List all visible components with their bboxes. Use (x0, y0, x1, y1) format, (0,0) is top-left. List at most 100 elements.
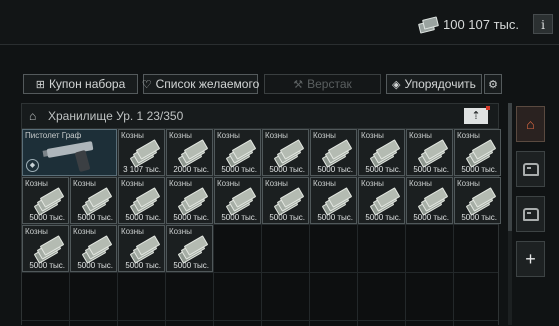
scrollbar[interactable] (508, 103, 512, 325)
sidebar-add-button[interactable]: + (516, 241, 545, 277)
money-amount: 100 107 тыс. (442, 16, 519, 32)
cash-icon (177, 187, 209, 216)
cash-icon (81, 187, 113, 216)
pistol-item[interactable]: Пистолет Граф ◆ (22, 129, 117, 176)
item-name: Козны (409, 179, 432, 188)
top-bar: 100 107 тыс. i (0, 0, 559, 45)
item-name: Козны (73, 179, 96, 188)
preset-icon: ⊞ (35, 78, 45, 91)
sidebar-home-button[interactable]: ⌂ (516, 106, 545, 142)
item-quantity: 5000 тыс. (29, 261, 65, 270)
cash-item[interactable]: Козны 2000 тыс. (166, 129, 213, 176)
item-name: Козны (25, 227, 48, 236)
cash-item[interactable]: Козны 5000 тыс. (454, 177, 501, 224)
item-quantity: 5000 тыс. (317, 165, 353, 174)
item-quantity: 5000 тыс. (413, 213, 449, 222)
cash-item[interactable]: Козны 5000 тыс. (262, 129, 309, 176)
cash-item[interactable]: Козны 5000 тыс. (166, 225, 213, 272)
cash-item[interactable]: Козны 5000 тыс. (358, 129, 405, 176)
cash-item[interactable]: Козны 5000 тыс. (454, 129, 501, 176)
item-name: Козны (169, 131, 192, 140)
sort-settings-button[interactable]: ⚙ (484, 74, 502, 94)
scrollbar-thumb[interactable] (508, 103, 512, 231)
item-quantity: 3 107 тыс. (123, 165, 161, 174)
sort-icon: ◈ (392, 78, 401, 91)
item-quantity: 5000 тыс. (269, 165, 305, 174)
plus-icon: + (525, 248, 536, 269)
cash-item[interactable]: Козны 5000 тыс. (310, 177, 357, 224)
item-name: Козны (121, 131, 144, 140)
item-quantity: 5000 тыс. (125, 213, 161, 222)
cash-item[interactable]: Козны 5000 тыс. (358, 177, 405, 224)
cash-icon (419, 17, 437, 31)
hammer-icon: ⚒ (293, 78, 304, 91)
workbench-button[interactable]: ⚒ Верстак (264, 74, 381, 94)
cash-icon (417, 187, 449, 216)
sidebar-container-button-1[interactable] (516, 151, 545, 187)
item-quantity: 5000 тыс. (365, 213, 401, 222)
item-name: Козны (121, 227, 144, 236)
cash-icon (129, 139, 161, 168)
item-name: Козны (25, 179, 48, 188)
cash-icon (225, 139, 257, 168)
cash-item[interactable]: Козны 5000 тыс. (70, 225, 117, 272)
cash-item[interactable]: Козны 5000 тыс. (310, 129, 357, 176)
item-quantity: 5000 тыс. (365, 165, 401, 174)
cash-icon (129, 187, 161, 216)
workbench-label: Верстак (307, 77, 352, 91)
cash-item[interactable]: Козны 3 107 тыс. (118, 129, 165, 176)
home-icon: ⌂ (29, 109, 37, 123)
item-quantity: 5000 тыс. (77, 261, 113, 270)
cash-item[interactable]: Козны 5000 тыс. (406, 177, 453, 224)
item-name: Козны (313, 131, 336, 140)
item-name: Козны (217, 179, 240, 188)
cash-item[interactable]: Козны 5000 тыс. (22, 225, 69, 272)
preset-button[interactable]: ⊞ Купон набора (23, 74, 138, 94)
cash-item[interactable]: Козны 5000 тыс. (406, 129, 453, 176)
cash-item[interactable]: Козны 5000 тыс. (214, 177, 261, 224)
cash-item[interactable]: Козны 5000 тыс. (166, 177, 213, 224)
item-quantity: 5000 тыс. (173, 213, 209, 222)
cash-icon (465, 139, 497, 168)
storage-header: ⌂ Хранилище Ур. 1 23/350 ⇡ (22, 104, 498, 129)
money-display: 100 107 тыс. (419, 14, 519, 34)
cash-item[interactable]: Козны 5000 тыс. (70, 177, 117, 224)
item-name: Козны (217, 131, 240, 140)
cash-icon (273, 139, 305, 168)
wishlist-button[interactable]: ♡ Список желаемого (142, 74, 259, 94)
sort-button[interactable]: ◈ Упорядочить (386, 74, 482, 94)
home-icon: ⌂ (526, 116, 535, 132)
cash-item[interactable]: Козны 5000 тыс. (22, 177, 69, 224)
item-name: Козны (169, 179, 192, 188)
sidebar-container-button-2[interactable] (516, 196, 545, 232)
storage-grid: Пистолет Граф ◆ Козны 3 107 тыс. Козны 2000 т… (22, 129, 501, 326)
item-quantity: 5000 тыс. (125, 261, 161, 270)
box-icon (522, 207, 539, 221)
info-button[interactable]: i (533, 14, 553, 34)
cash-icon (177, 139, 209, 168)
cash-item[interactable]: Козны 5000 тыс. (214, 129, 261, 176)
storage-sort-button[interactable]: ⇡ (464, 106, 490, 124)
item-quantity: 5000 тыс. (221, 213, 257, 222)
pistol-icon (42, 139, 103, 173)
cash-icon (321, 139, 353, 168)
cash-icon (81, 235, 113, 264)
item-quantity: 5000 тыс. (221, 165, 257, 174)
cash-icon (33, 235, 65, 264)
item-quantity: 5000 тыс. (461, 165, 497, 174)
cash-icon (321, 187, 353, 216)
item-name: Козны (361, 179, 384, 188)
cash-item[interactable]: Козны 5000 тыс. (118, 225, 165, 272)
cash-item[interactable]: Козны 5000 тыс. (262, 177, 309, 224)
box-icon (522, 162, 539, 176)
item-quantity: 5000 тыс. (461, 213, 497, 222)
cash-icon (369, 139, 401, 168)
item-name: Козны (265, 179, 288, 188)
item-quantity: 5000 тыс. (77, 213, 113, 222)
item-quantity: 5000 тыс. (29, 213, 65, 222)
storage-title: Хранилище Ур. 1 23/350 (48, 109, 184, 123)
item-name: Козны (313, 179, 336, 188)
cash-item[interactable]: Козны 5000 тыс. (118, 177, 165, 224)
item-name: Козны (457, 131, 480, 140)
cash-icon (369, 187, 401, 216)
